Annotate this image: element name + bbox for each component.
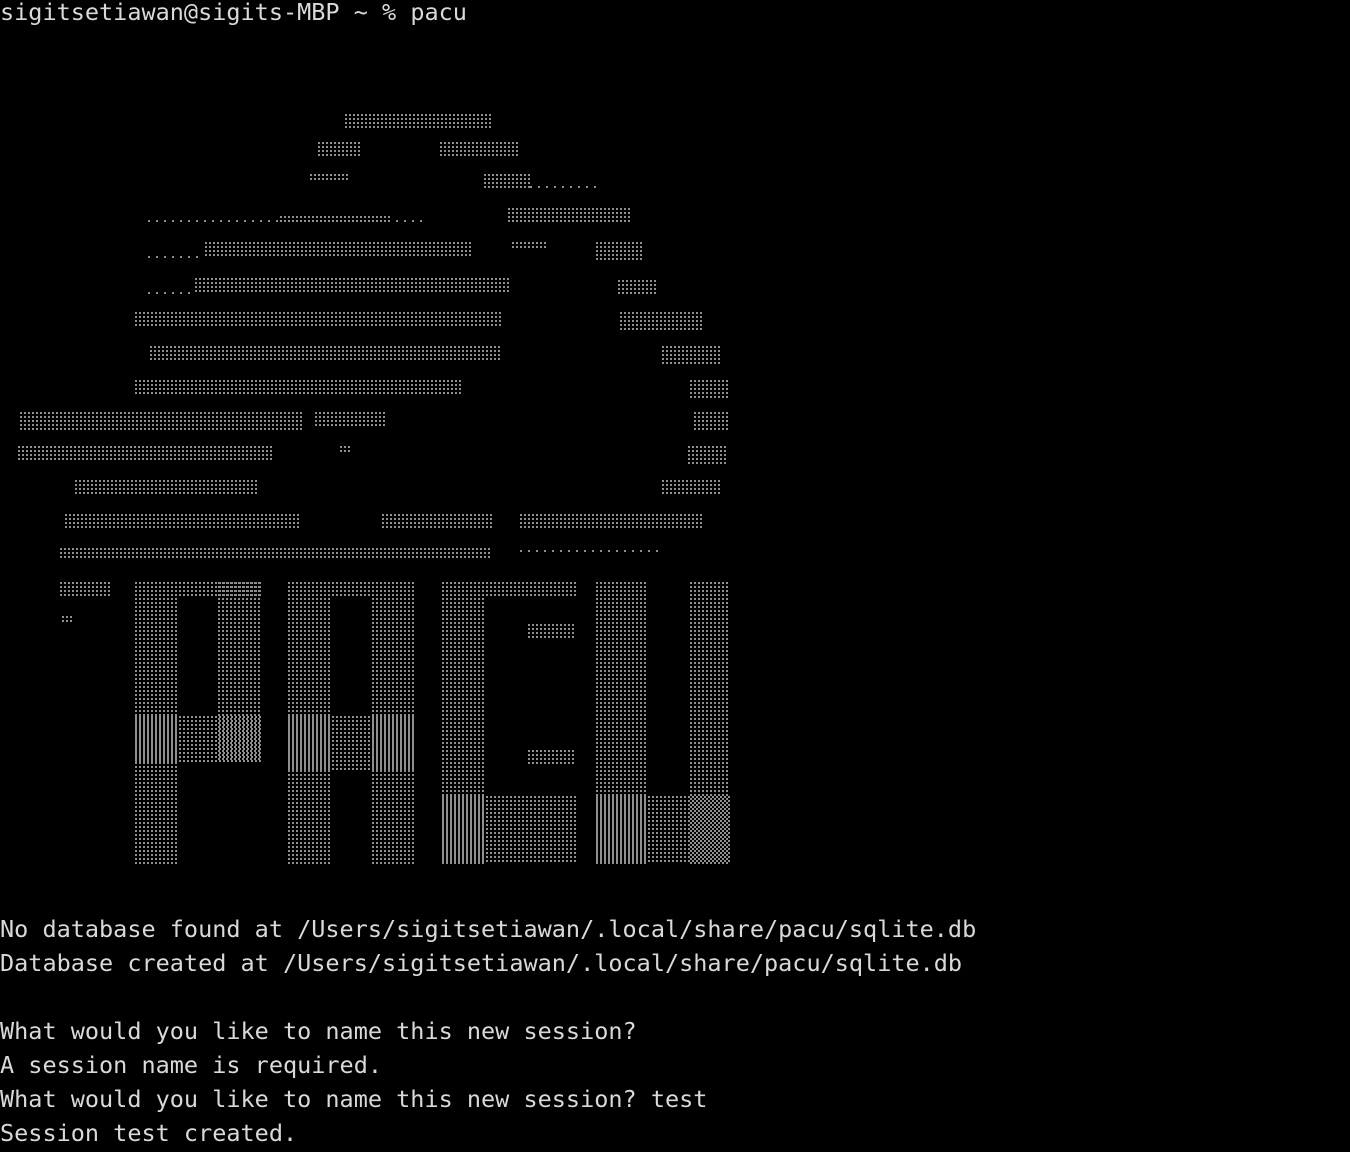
- db-created-line: Database created at /Users/sigitsetiawan…: [0, 949, 963, 977]
- session-created-line: Session test created.: [0, 1119, 298, 1147]
- db-not-found-line: No database found at /Users/sigitsetiawa…: [0, 915, 977, 943]
- session-name-prompt-1: What would you like to name this new ses…: [0, 1017, 637, 1045]
- pacu-ascii-logo: [18, 114, 730, 864]
- command-text: pacu: [410, 0, 467, 26]
- prompt-user-host: sigitsetiawan@sigits-MBP: [0, 0, 340, 26]
- prompt-symbol: %: [382, 0, 397, 26]
- prompt-dir: ~: [353, 0, 368, 26]
- session-name-prompt-2: What would you like to name this new ses…: [0, 1085, 708, 1113]
- session-required-line: A session name is required.: [0, 1051, 383, 1079]
- prompt-line: sigitsetiawan@sigits-MBP ~ % pacu: [0, 0, 467, 29]
